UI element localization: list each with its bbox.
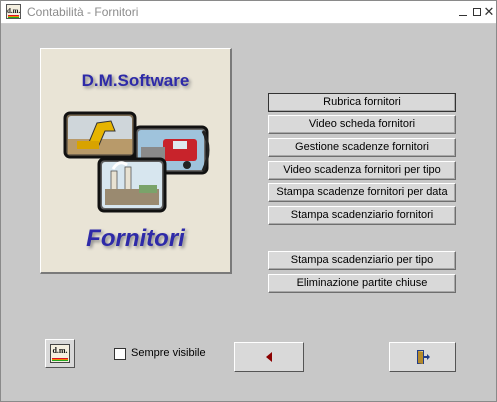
- stampa-scadenziario-fornitori-button[interactable]: Stampa scadenziario fornitori: [268, 206, 456, 225]
- dm-logo-icon: d.m.: [50, 344, 70, 363]
- dm-logo-text: d.m.: [52, 346, 68, 355]
- stampa-scadenze-fornitori-data-button[interactable]: Stampa scadenze fornitori per data: [268, 183, 456, 202]
- stampa-scadenziario-tipo-button[interactable]: Stampa scadenziario per tipo: [268, 251, 456, 270]
- sempre-visibile-label[interactable]: Sempre visibile: [131, 347, 206, 359]
- exit-door-icon: [416, 350, 430, 364]
- app-window: d.m. Contabilità - Fornitori ✕ D.M.Softw…: [0, 0, 497, 402]
- title-bar[interactable]: d.m. Contabilità - Fornitori ✕: [1, 1, 496, 24]
- gestione-scadenze-fornitori-button[interactable]: Gestione scadenze fornitori: [268, 138, 456, 157]
- sempre-visibile-checkbox[interactable]: [114, 348, 126, 360]
- close-button[interactable]: ✕: [482, 5, 496, 19]
- dm-logo-button[interactable]: d.m.: [45, 339, 75, 368]
- video-scadenza-fornitori-tipo-button[interactable]: Video scadenza fornitori per tipo: [268, 161, 456, 180]
- brand-title: D.M.Software: [81, 71, 190, 90]
- collage-illustration: [63, 111, 210, 213]
- splash-panel: D.M.Software Fornitori: [40, 48, 232, 274]
- minimize-button[interactable]: [456, 5, 470, 19]
- window-title: Contabilità - Fornitori: [27, 5, 139, 19]
- rubrica-fornitori-button[interactable]: Rubrica fornitori: [268, 93, 456, 112]
- exit-button[interactable]: [389, 342, 456, 372]
- arrow-left-icon: [266, 352, 272, 362]
- app-logo-text: d.m.: [7, 7, 21, 15]
- video-scheda-fornitori-button[interactable]: Video scheda fornitori: [268, 115, 456, 134]
- back-button[interactable]: [234, 342, 304, 372]
- app-logo-icon[interactable]: d.m.: [6, 4, 21, 19]
- module-title: Fornitori: [86, 225, 185, 252]
- eliminazione-partite-chiuse-button[interactable]: Eliminazione partite chiuse: [268, 274, 456, 293]
